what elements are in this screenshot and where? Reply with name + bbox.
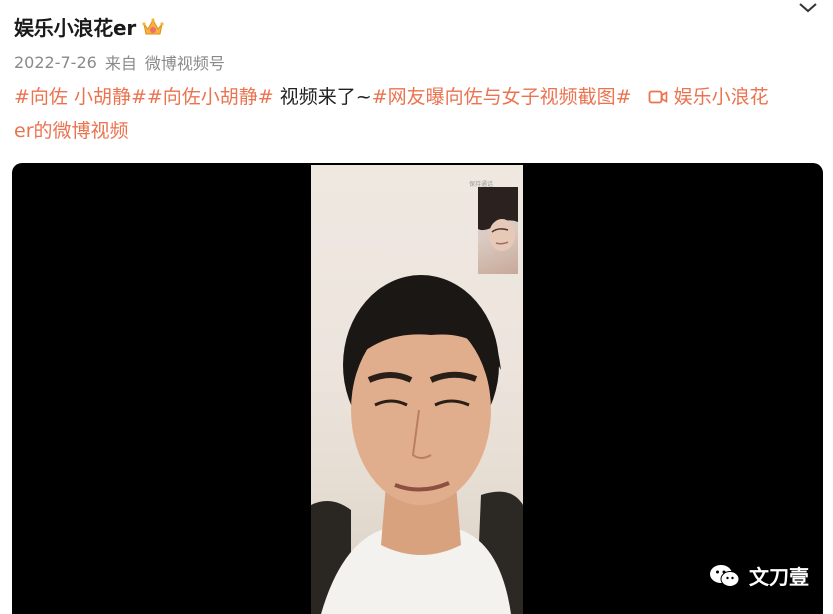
post-date[interactable]: 2022-7-26	[14, 53, 97, 72]
post-body: #向佐 小胡静##向佐小胡静# 视频来了~#网友曝向佐与女子视频截图# 娱乐小浪…	[14, 80, 819, 148]
watermark-text: 文刀壹	[749, 565, 809, 589]
hashtag-link[interactable]: #向佐小胡静#	[147, 86, 274, 108]
chevron-down-icon[interactable]	[797, 0, 819, 16]
video-icon	[648, 90, 667, 104]
picture-in-picture	[478, 187, 518, 274]
crown-icon	[142, 17, 164, 34]
video-source-link[interactable]: 娱乐小浪花	[674, 86, 769, 108]
hashtag-link[interactable]: #网友曝向佐与女子视频截图#	[372, 86, 632, 108]
video-player[interactable]: 保持通话 文刀壹	[12, 163, 823, 614]
watermark: 文刀壹	[709, 561, 809, 590]
post-plain-text: 视频来了~	[279, 86, 372, 108]
username[interactable]: 娱乐小浪花er	[14, 12, 164, 41]
video-frame: 保持通话	[311, 165, 523, 614]
post-source[interactable]: 微博视频号	[145, 50, 225, 74]
post-meta: 2022-7-26 来自 微博视频号	[14, 50, 225, 74]
hashtag-link[interactable]: #向佐 小胡静#	[14, 86, 147, 108]
from-label: 来自	[104, 54, 137, 73]
wechat-icon	[710, 564, 740, 587]
username-text[interactable]: 娱乐小浪花er	[14, 12, 136, 41]
video-source-link-cont[interactable]: er的微博视频	[14, 120, 129, 142]
